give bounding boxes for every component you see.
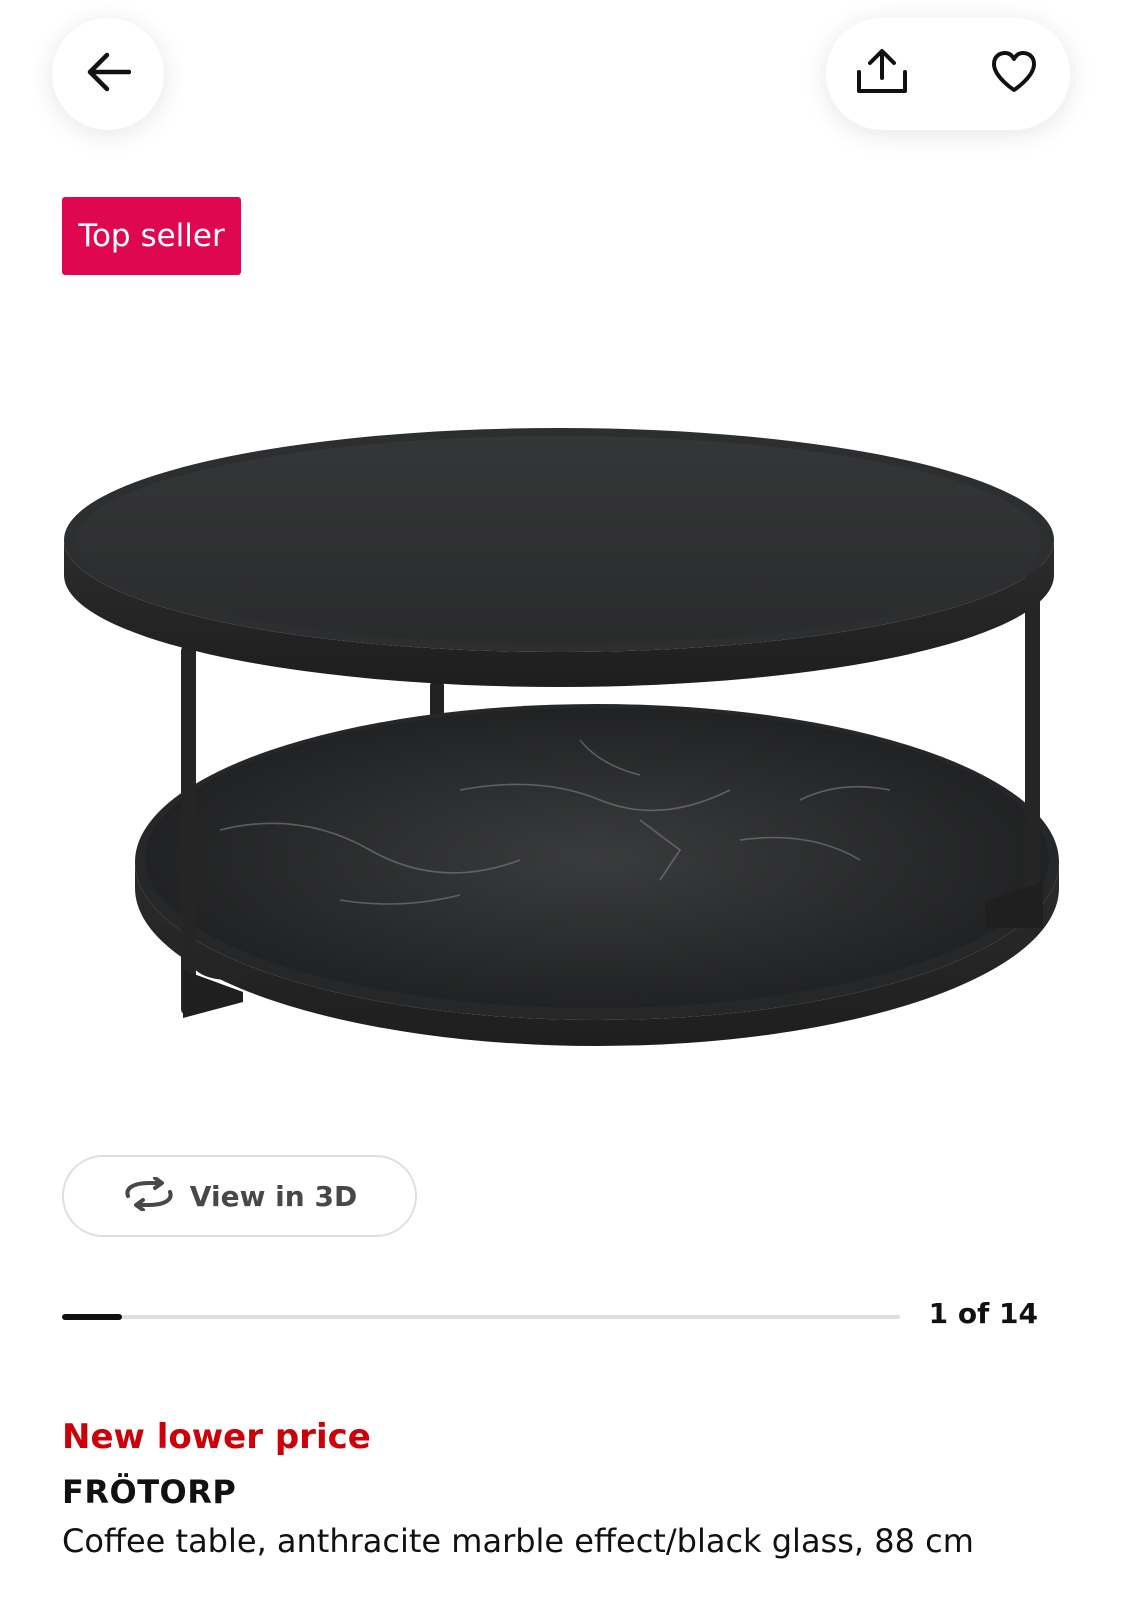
top-seller-badge: Top seller <box>62 197 241 275</box>
heart-outline-icon <box>990 50 1038 99</box>
product-name: FRÖTORP <box>62 1473 237 1511</box>
header-actions <box>826 18 1070 130</box>
view-in-3d-button[interactable]: View in 3D <box>62 1155 417 1237</box>
view-in-3d-label: View in 3D <box>189 1179 358 1213</box>
favorite-button[interactable] <box>958 18 1070 130</box>
back-button[interactable] <box>52 18 164 130</box>
price-note: New lower price <box>62 1417 371 1457</box>
product-description: Coffee table, anthracite marble effect/b… <box>62 1522 974 1560</box>
share-upload-icon <box>854 48 910 101</box>
rotate-3d-icon <box>122 1175 176 1216</box>
share-button[interactable] <box>826 18 938 130</box>
gallery-progress-bar[interactable] <box>62 1314 900 1320</box>
gallery-counter: 1 of 14 <box>928 1297 1038 1330</box>
gallery-progress-fill <box>62 1314 122 1320</box>
arrow-left-icon <box>85 52 132 97</box>
product-image[interactable] <box>40 380 1100 1080</box>
